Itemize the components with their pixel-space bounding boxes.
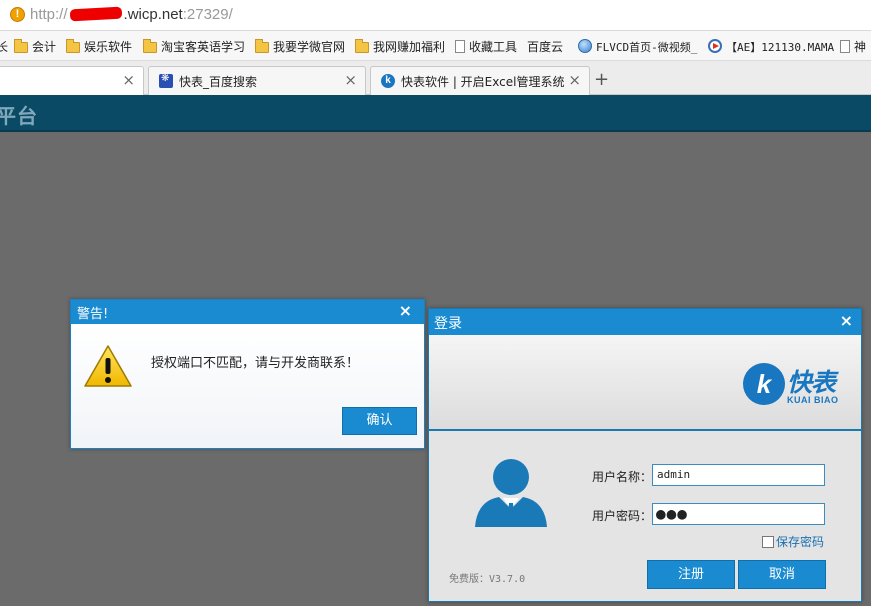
username-input[interactable]: admin [652, 464, 825, 486]
redacted-mark [69, 6, 122, 22]
warning-message: 授权端口不匹配，请与开发商联系！ [151, 356, 360, 371]
page-icon [455, 40, 465, 53]
bookmark-item[interactable]: 我要学微官网 [255, 38, 345, 55]
app-header: 平台 [0, 95, 871, 132]
cancel-button[interactable]: 取消 [738, 560, 826, 589]
logo-en: KUAI BIAO [787, 395, 839, 405]
username-label: 用户名称： [592, 470, 653, 484]
app-brand: 平台 [0, 104, 38, 128]
bookmark-item[interactable]: 我网赚加福利 [355, 38, 445, 55]
folder-icon [355, 39, 369, 53]
warning-dialog-titlebar[interactable]: 警告! × [71, 300, 424, 324]
confirm-button[interactable]: 确认 [342, 407, 417, 435]
bookmark-item[interactable]: 【AE】121130.MAMA [708, 39, 834, 55]
bookmark-item[interactable]: 神 [840, 38, 866, 55]
tab-current[interactable]: × [0, 66, 144, 95]
login-dialog-titlebar[interactable]: 登录 × [429, 309, 861, 335]
close-icon[interactable]: × [568, 71, 581, 89]
close-icon[interactable]: × [399, 301, 412, 320]
tab-baidu-search[interactable]: 快表_百度搜索 × [148, 66, 366, 95]
kuaibiao-logo: k 快表 KUAI BIAO [743, 363, 847, 407]
bookmark-item[interactable]: 收藏工具 [455, 38, 517, 55]
version-text: 免费版：V3.7.0 [449, 574, 526, 585]
bookmark-item[interactable]: 会计 [14, 38, 56, 55]
warning-triangle-icon [84, 345, 132, 387]
tab-strip: × 快表_百度搜索 × k 快表软件 | 开启Excel管理系统 × + [0, 61, 871, 95]
play-icon [708, 39, 722, 53]
login-dialog: 登录 × k 快表 KUAI BIAO 用户名称： admin 用户密码： ●●… [428, 308, 862, 602]
warning-dialog-body: 授权端口不匹配，请与开发商联系！ 确认 [71, 324, 424, 448]
password-input[interactable]: ●●● [652, 503, 825, 525]
address-bar[interactable]: ! http:// .wicp.net:27329/ [0, 0, 871, 31]
login-banner: k 快表 KUAI BIAO [429, 335, 861, 431]
tab-kuaibiao[interactable]: k 快表软件 | 开启Excel管理系统 × [370, 66, 590, 95]
url-port: :27329/ [182, 6, 233, 23]
user-avatar-icon [475, 459, 547, 527]
logo-cn: 快表 [787, 368, 836, 397]
bookmark-item[interactable]: 淘宝客英语学习 [143, 38, 245, 55]
warning-dialog-title: 警告! [77, 307, 109, 322]
folder-icon [14, 39, 28, 53]
register-button[interactable]: 注册 [647, 560, 735, 589]
warning-dialog: 警告! × 授权端口不匹配，请与开发商联系！ 确认 [70, 299, 425, 449]
baidu-paw-icon [159, 73, 173, 88]
logo-mark: k [743, 363, 785, 405]
url-host: .wicp.net [123, 6, 183, 23]
url-prefix: http:// [30, 6, 68, 23]
bookmarks-bar: 长 会计 娱乐软件 淘宝客英语学习 我要学微官网 我网赚加福利 收藏工具 百度云… [0, 31, 871, 61]
bookmark-item[interactable]: 娱乐软件 [66, 38, 132, 55]
checkbox-box[interactable] [762, 536, 774, 548]
save-password-checkbox[interactable]: 保存密码 [762, 533, 824, 550]
kuaibiao-icon: k [381, 74, 395, 88]
globe-icon [578, 39, 592, 53]
bookmark-item[interactable]: FLVCD首页-微视频_ [578, 39, 697, 55]
close-icon[interactable]: × [840, 311, 853, 330]
close-icon[interactable]: × [122, 71, 135, 89]
folder-icon [66, 39, 80, 53]
warning-icon[interactable]: ! [10, 7, 25, 22]
page-icon [840, 40, 850, 53]
folder-icon [143, 39, 157, 53]
close-icon[interactable]: × [344, 71, 357, 89]
new-tab-button[interactable]: + [594, 69, 609, 90]
password-label: 用户密码： [592, 509, 653, 523]
address-url[interactable]: http:// .wicp.net:27329/ [30, 6, 233, 23]
bookmark-item[interactable]: 百度云 [527, 38, 563, 55]
bookmark-item[interactable]: 长 [0, 38, 8, 55]
login-dialog-title: 登录 [434, 316, 462, 332]
folder-icon [255, 39, 269, 53]
